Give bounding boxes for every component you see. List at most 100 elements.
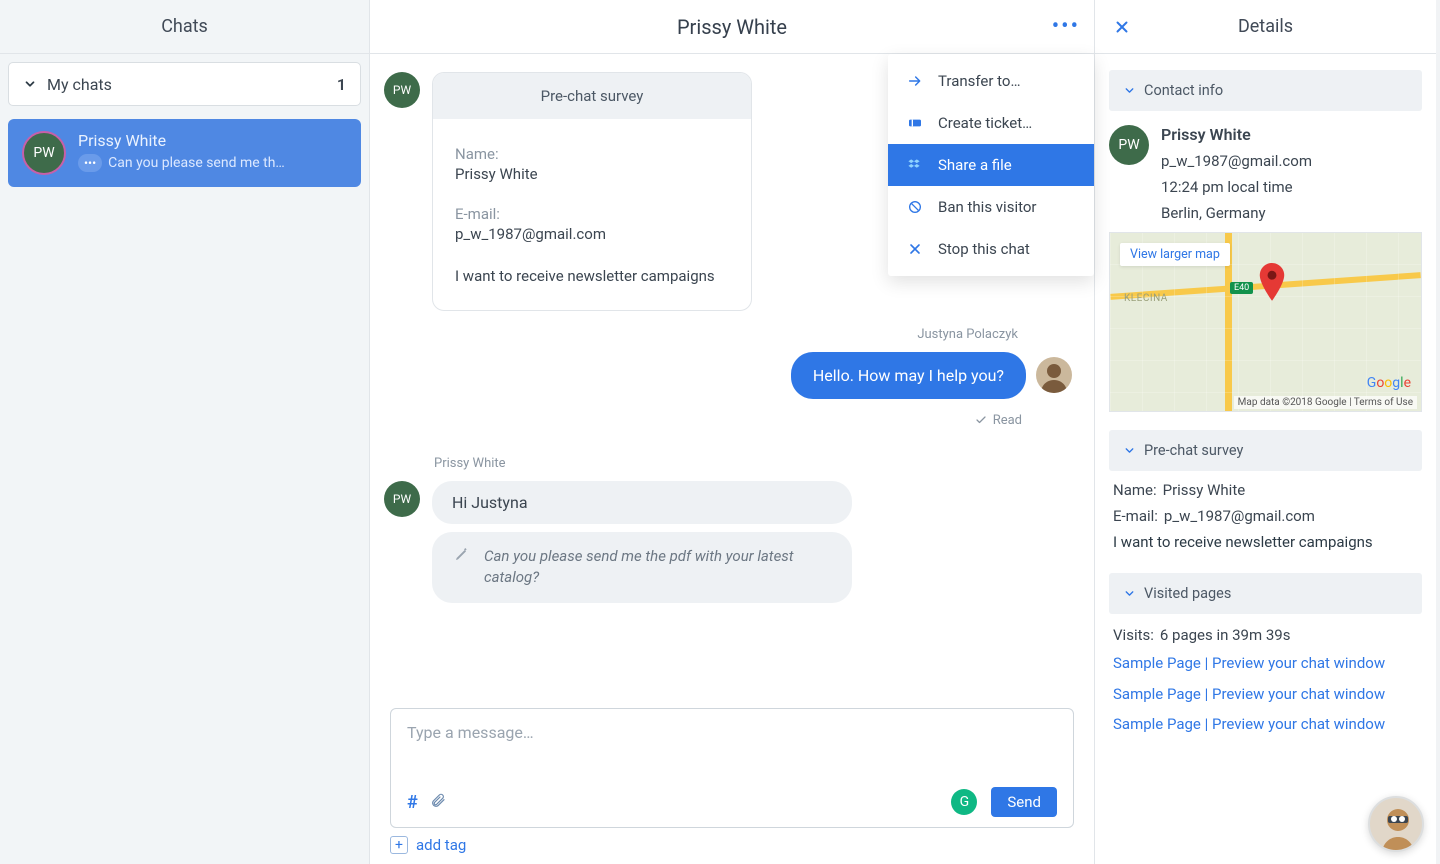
visitor-message-bubble: Hi Justyna [432,481,852,524]
visited-block: Visits: 6 pages in 39m 39s Sample Page |… [1095,614,1436,736]
map-logo: Google [1367,375,1411,391]
details-header: Details [1095,0,1436,54]
chat-item-name: Prissy White [78,131,347,150]
arrow-right-icon [906,73,924,89]
prechat-survey-card: Pre-chat survey Name: Prissy White E-mai… [432,72,752,311]
visits-value: 6 pages in 39m 39s [1160,626,1291,644]
contact-email: p_w_1987@gmail.com [1161,152,1312,170]
add-tag-button[interactable]: + add tag [390,836,1074,854]
details-title: Details [1238,16,1293,37]
my-chats-count: 1 [337,75,346,94]
details-content: Contact info PW Prissy White p_w_1987@gm… [1095,54,1436,756]
avatar: PW [384,481,420,517]
x-icon [906,241,924,257]
header-actions: ••• [1052,14,1080,39]
visited-page-link[interactable]: Sample Page | Preview your chat window [1113,652,1418,675]
dropdown-item-stop-chat[interactable]: Stop this chat [888,228,1094,270]
view-larger-map-button[interactable]: View larger map [1120,243,1230,266]
section-title: Pre-chat survey [1144,442,1243,459]
plus-icon: + [390,836,408,854]
survey-name-label: Name: [455,145,729,163]
chats-header: Chats [0,0,369,54]
app-root: Chats My chats 1 PW Prissy White ••• Can… [0,0,1440,864]
avatar-initials: PW [393,83,411,97]
contact-block: PW Prissy White p_w_1987@gmail.com 12:24… [1095,111,1436,232]
contact-name: Prissy White [1161,125,1312,144]
chat-list-item[interactable]: PW Prissy White ••• Can you please send … [8,119,361,187]
dropdown-item-transfer[interactable]: Transfer to… [888,60,1094,102]
prechat-section-header[interactable]: Pre-chat survey [1109,430,1422,471]
map-copyright: Map data ©2018 Google | Terms of Use [1234,396,1417,409]
map-pin-icon [1258,263,1286,303]
chat-item-preview-text: Can you please send me th… [108,155,285,171]
message-input[interactable] [407,723,1057,787]
conversation-header: Prissy White ••• [370,0,1094,54]
read-receipt: Read [384,413,1022,428]
section-title: Visited pages [1144,585,1231,602]
section-title: Contact info [1144,82,1223,99]
survey-email-label: E-mail: [455,205,729,223]
contact-section-header[interactable]: Contact info [1109,70,1422,111]
typing-bubble: Can you please send me the pdf with your… [432,532,852,604]
avatar-initials: PW [393,492,411,506]
avatar: PW [22,131,66,175]
avatar-initials: PW [1118,137,1139,153]
contact-location: Berlin, Germany [1161,204,1312,222]
read-label: Read [993,413,1022,428]
support-widget-button[interactable] [1368,796,1424,852]
survey-body: Name: Prissy White E-mail: p_w_1987@gmai… [433,119,751,310]
dropdown-item-create-ticket[interactable]: Create ticket… [888,102,1094,144]
agent-avatar [1036,357,1072,393]
dropdown-item-share-file[interactable]: Share a file [888,144,1094,186]
send-button[interactable]: Send [991,787,1057,817]
chats-title: Chats [161,16,208,37]
typing-indicator-chip: ••• [78,154,102,172]
actions-dropdown: Transfer to… Create ticket… Share a file… [888,54,1094,276]
dropbox-icon [906,157,924,173]
ticket-icon [906,115,924,131]
chat-item-body: Prissy White ••• Can you please send me … [78,131,347,175]
composer-toolbar: # G Send [407,787,1057,817]
visits-label: Visits: [1113,626,1154,644]
my-chats-selector[interactable]: My chats 1 [8,62,361,106]
my-chats-label: My chats [47,75,112,94]
prechat-name-value: Prissy White [1163,481,1246,499]
dropdown-item-label: Ban this visitor [938,198,1037,216]
avatar-initials: PW [33,145,54,161]
chevron-down-icon [1123,84,1136,97]
message-row: PW Hi Justyna Can you please send me the… [384,481,1072,604]
message-row: Hello. How may I help you? [384,352,1072,399]
composer: # G Send [390,708,1074,828]
dropdown-item-label: Share a file [938,156,1012,174]
composer-tools: # [407,792,446,813]
details-column: Details Contact info PW Prissy White p_w… [1095,0,1440,864]
survey-note: I want to receive newsletter campaigns [455,265,729,288]
survey-name-value: Prissy White [455,165,729,183]
prechat-email-value: p_w_1987@gmail.com [1164,507,1315,525]
avatar: PW [1109,125,1149,165]
avatar: PW [384,72,420,108]
location-map[interactable]: KLECINA E40 View larger map Google Map d… [1109,232,1422,412]
close-details-button[interactable] [1113,18,1131,36]
chevron-down-icon [1123,444,1136,457]
prechat-note: I want to receive newsletter campaigns [1113,533,1418,551]
survey-heading: Pre-chat survey [433,73,751,119]
attachment-icon[interactable] [430,792,446,813]
composer-area: # G Send + add tag [370,708,1094,864]
visited-page-link[interactable]: Sample Page | Preview your chat window [1113,713,1418,736]
grammarly-icon[interactable]: G [951,789,977,815]
visited-section-header[interactable]: Visited pages [1109,573,1422,614]
hash-icon[interactable]: # [407,792,418,813]
chats-column: Chats My chats 1 PW Prissy White ••• Can… [0,0,370,864]
map-district-label: KLECINA [1124,293,1168,304]
contact-info: Prissy White p_w_1987@gmail.com 12:24 pm… [1161,125,1312,222]
agent-name-label: Justyna Polaczyk [384,327,1018,342]
ban-icon [906,199,924,215]
agent-message-bubble: Hello. How may I help you? [791,352,1026,399]
prechat-name-label: Name: [1113,481,1157,499]
chat-item-preview: ••• Can you please send me th… [78,154,347,172]
more-actions-button[interactable]: ••• [1052,14,1080,39]
visited-page-link[interactable]: Sample Page | Preview your chat window [1113,683,1418,706]
dropdown-item-ban[interactable]: Ban this visitor [888,186,1094,228]
conversation-title: Prissy White [677,15,787,39]
